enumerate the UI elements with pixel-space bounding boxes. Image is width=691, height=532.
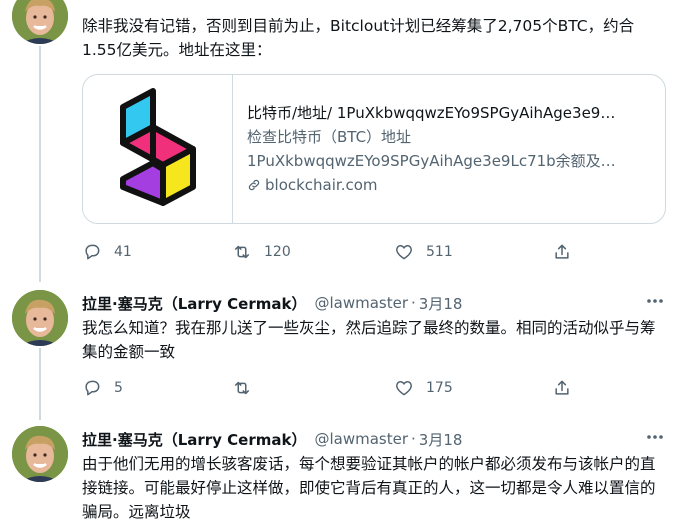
bitclout-logo-icon: [119, 88, 196, 206]
reply-button[interactable]: 41: [82, 240, 132, 264]
tweet-2[interactable]: 拉里·塞马克（Larry Cermak） @lawmaster · 3月18 我…: [0, 290, 691, 410]
tweet-3[interactable]: 拉里·塞马克（Larry Cermak） @lawmaster · 3月18 由…: [0, 426, 691, 532]
separator-dot: ·: [411, 430, 416, 448]
more-icon: [647, 435, 663, 439]
author-name[interactable]: 拉里·塞马克（Larry Cermak）: [82, 429, 306, 450]
retweet-count: 120: [264, 244, 291, 260]
separator-dot: ·: [411, 294, 416, 312]
share-icon: [555, 244, 569, 259]
card-description-line-1: 检查比特币（BTC）地址: [247, 128, 412, 146]
avatar[interactable]: [12, 426, 68, 482]
share-button[interactable]: [552, 376, 584, 400]
retweet-button[interactable]: 120: [232, 240, 291, 264]
more-button[interactable]: [645, 428, 665, 446]
tweet-actions: 41 120 511: [82, 240, 582, 264]
tweet-date[interactable]: 3月18: [419, 429, 463, 450]
tweet-1[interactable]: 除非我没有记错，否则到目前为止，Bitclout计划已经筹集了2,705个BTC…: [0, 0, 691, 278]
card-description-line-2: 1PuXkbwqqwzEYo9SPGyAihAge3e9Lc71b余额及…: [247, 152, 616, 170]
reply-icon: [85, 244, 100, 260]
tweet-header: 拉里·塞马克（Larry Cermak） @lawmaster · 3月18: [82, 428, 462, 450]
author-handle[interactable]: @lawmaster: [314, 294, 408, 312]
reply-count: 5: [114, 380, 123, 396]
tweet-actions: 5 175: [82, 376, 582, 400]
share-button[interactable]: [552, 240, 584, 264]
heart-icon: [396, 245, 412, 260]
retweet-icon: [235, 245, 249, 259]
avatar[interactable]: [12, 290, 68, 346]
card-title[interactable]: 比特币/地址/ 1PuXkbwqqwzEYo9SPGyAihAge3e9…: [247, 101, 647, 125]
tweet-header: 拉里·塞马克（Larry Cermak） @lawmaster · 3月18: [82, 292, 462, 314]
link-preview-card[interactable]: 比特币/地址/ 1PuXkbwqqwzEYo9SPGyAihAge3e9… 检查…: [82, 74, 666, 224]
like-count: 175: [426, 380, 453, 396]
retweet-icon: [235, 381, 249, 395]
reply-icon: [85, 380, 100, 396]
like-button[interactable]: 175: [394, 376, 453, 400]
retweet-button[interactable]: [232, 376, 264, 400]
card-domain-text: blockchair.com: [265, 176, 378, 194]
author-handle[interactable]: @lawmaster: [314, 430, 408, 448]
like-button[interactable]: 511: [394, 240, 453, 264]
tweet-text: 我怎么知道？我在那儿送了一些灰尘，然后追踪了最终的数量。相同的活动似乎与筹集的金…: [82, 319, 656, 361]
card-domain[interactable]: blockchair.com: [247, 173, 647, 197]
tweet-header: [82, 0, 90, 14]
tweet-date[interactable]: 3月18: [419, 293, 463, 314]
more-button[interactable]: [645, 292, 665, 310]
reply-count: 41: [114, 244, 132, 260]
tweet-text: 除非我没有记错，否则到目前为止，Bitclout计划已经筹集了2,705个BTC…: [82, 17, 635, 59]
card-body[interactable]: 比特币/地址/ 1PuXkbwqqwzEYo9SPGyAihAge3e9… 检查…: [233, 75, 665, 223]
like-count: 511: [426, 244, 453, 260]
tweet-text: 由于他们无用的增长骇客废话，每个想要验证其帐户的帐户都必须发布与该帐户的直接链接…: [82, 455, 656, 521]
share-icon: [555, 380, 569, 395]
more-icon: [647, 299, 663, 303]
card-thumbnail: [83, 75, 233, 223]
author-name[interactable]: 拉里·塞马克（Larry Cermak）: [82, 293, 306, 314]
heart-icon: [396, 381, 412, 396]
link-icon: [248, 179, 260, 191]
avatar[interactable]: [12, 0, 68, 44]
reply-button[interactable]: 5: [82, 376, 123, 400]
